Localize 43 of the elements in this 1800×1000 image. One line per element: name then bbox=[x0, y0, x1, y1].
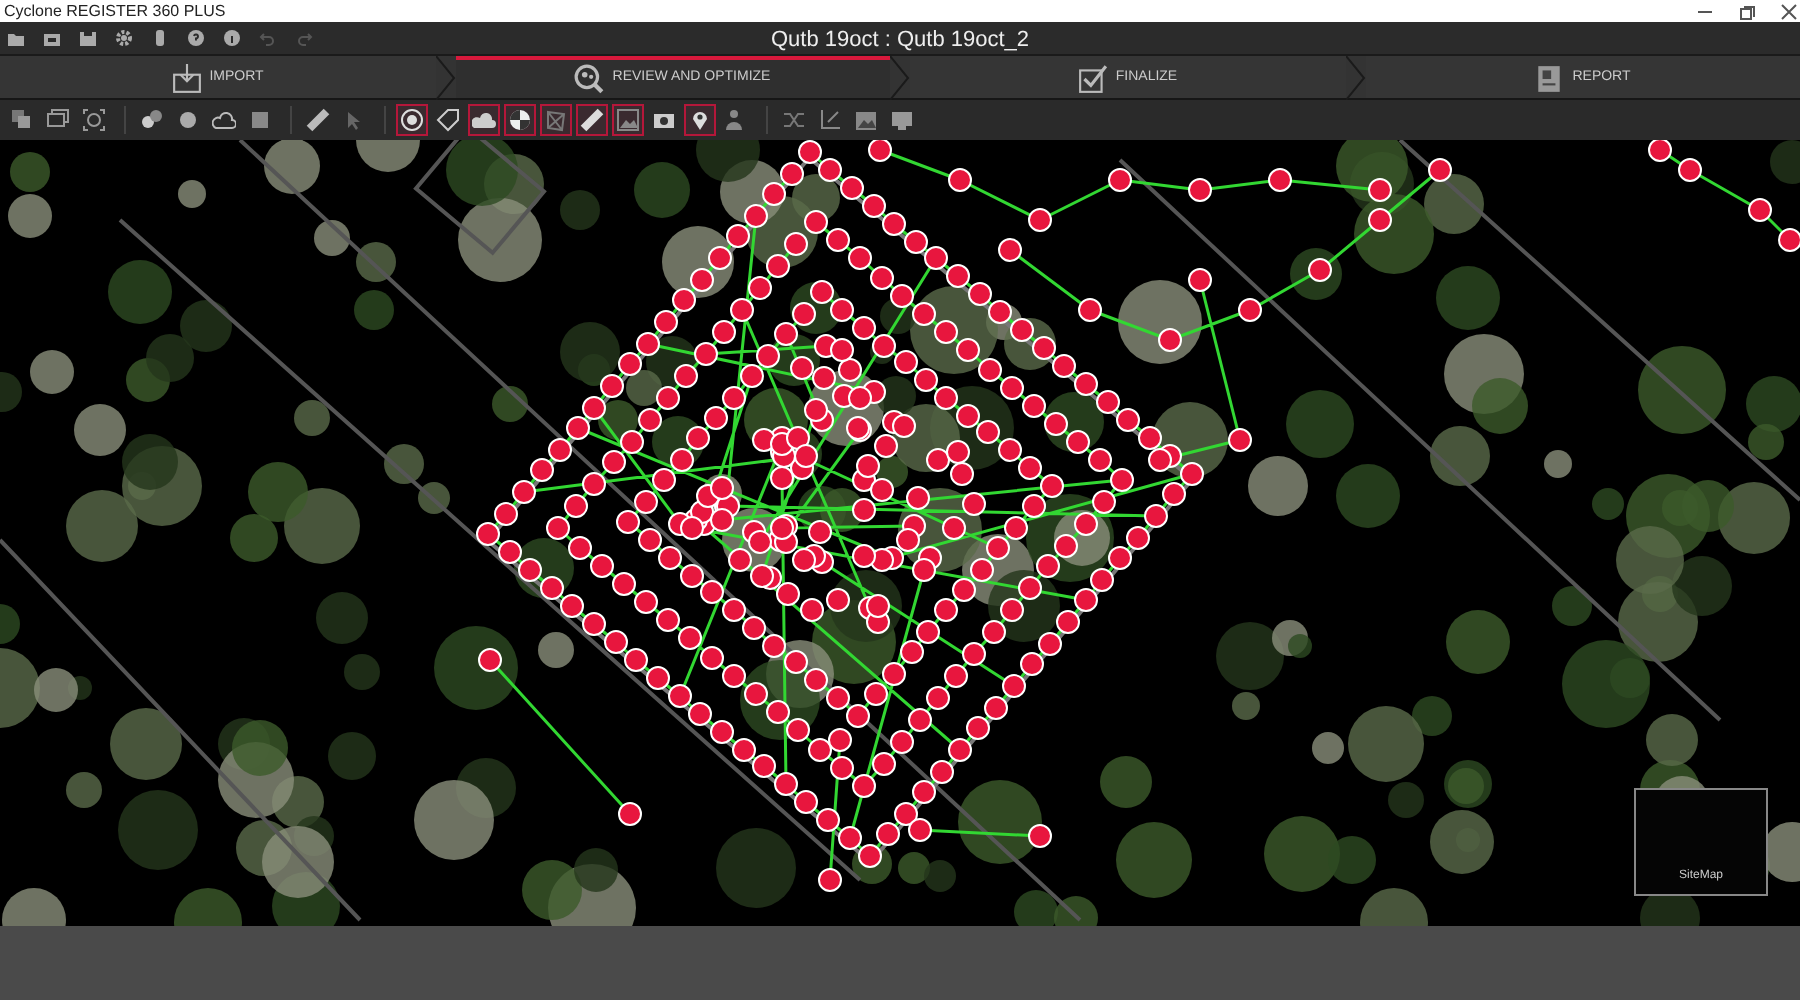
monitor-icon bbox=[890, 108, 914, 132]
help-icon[interactable] bbox=[186, 28, 206, 48]
spheres-icon bbox=[140, 108, 164, 132]
mesh-icon bbox=[544, 108, 568, 132]
pin-icon bbox=[688, 108, 712, 132]
pin-tool-button[interactable] bbox=[684, 104, 716, 136]
target-icon bbox=[400, 108, 424, 132]
target-tool-button[interactable] bbox=[396, 104, 428, 136]
person-icon bbox=[724, 108, 748, 132]
tag-icon bbox=[436, 108, 460, 132]
ruler-icon bbox=[306, 108, 330, 132]
info-icon[interactable] bbox=[222, 28, 242, 48]
close-icon[interactable] bbox=[1780, 3, 1798, 19]
pie-tool-button[interactable] bbox=[504, 104, 536, 136]
window-title: Cyclone REGISTER 360 PLUS bbox=[2, 0, 226, 22]
cloud-tool-button[interactable] bbox=[468, 104, 500, 136]
window-icon bbox=[46, 108, 70, 132]
copy-icon bbox=[10, 108, 34, 132]
tag-tool-button[interactable] bbox=[432, 104, 464, 136]
image-tool-button[interactable] bbox=[612, 104, 644, 136]
ruler-icon bbox=[580, 108, 604, 132]
checkbox-icon bbox=[1077, 64, 1108, 94]
sphere-icon bbox=[176, 108, 200, 132]
shuffle-icon bbox=[782, 108, 806, 132]
image-icon bbox=[616, 108, 640, 132]
download-icon bbox=[171, 64, 202, 94]
zoom-fit-icon bbox=[82, 108, 106, 132]
camera-icon bbox=[652, 108, 676, 132]
zoom-fit-tool-button[interactable] bbox=[78, 104, 110, 136]
scan-network-drawing[interactable] bbox=[476, 140, 1800, 892]
ruler-tool-button[interactable] bbox=[576, 104, 608, 136]
report-icon bbox=[1534, 64, 1565, 94]
axis-icon bbox=[818, 108, 842, 132]
restore-icon[interactable] bbox=[1738, 3, 1756, 19]
pie-icon bbox=[508, 108, 532, 132]
image-icon bbox=[854, 108, 878, 132]
gear-icon[interactable] bbox=[114, 28, 134, 48]
square-icon bbox=[248, 108, 272, 132]
project-title: Qutb 19oct : Qutb 19oct_2 bbox=[770, 28, 1030, 52]
cloud-icon bbox=[472, 108, 496, 132]
magnifier-icon bbox=[574, 64, 605, 94]
cloud-icon bbox=[212, 108, 236, 132]
save-icon[interactable] bbox=[78, 28, 98, 48]
